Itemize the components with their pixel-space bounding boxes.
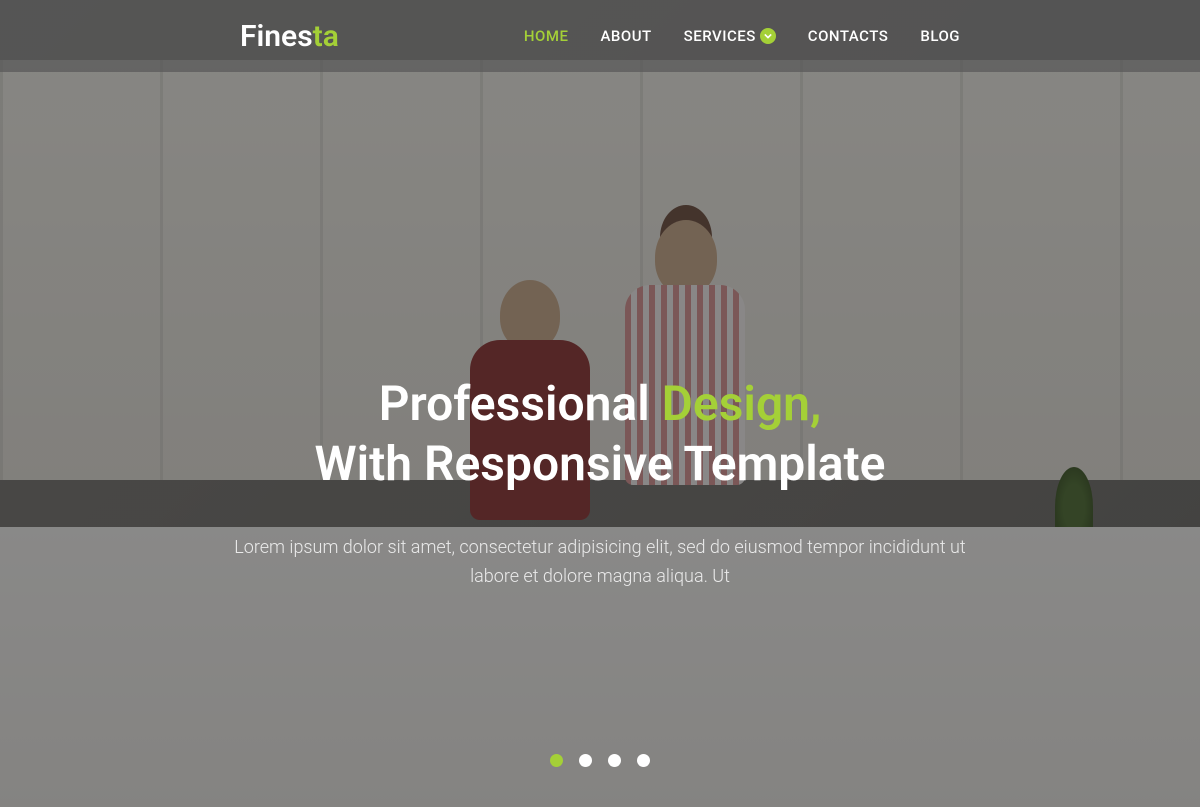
nav-about[interactable]: ABOUT [600,27,651,45]
hero-headline: Professional Design, With Responsive Tem… [315,374,886,494]
nav-home-label: HOME [524,27,569,45]
headline-part1: Professional [379,375,662,432]
nav-services-label: SERVICES [684,27,756,45]
slider-dot-1[interactable] [550,754,563,767]
headline-accent: Design, [662,375,822,432]
brand-part1: Fines [240,19,313,54]
top-nav: Finesta HOME ABOUT SERVICES CONTACTS BLO… [0,0,1200,72]
nav-contacts[interactable]: CONTACTS [808,27,889,45]
headline-part2: With Responsive Template [315,435,886,492]
brand-logo[interactable]: Finesta [240,19,339,54]
slider-dot-2[interactable] [579,754,592,767]
nav-links: HOME ABOUT SERVICES CONTACTS BLOG [524,27,960,45]
slider-dots [0,754,1200,807]
hero-content: Professional Design, With Responsive Tem… [0,72,1200,754]
chevron-down-icon [760,28,776,44]
nav-contacts-label: CONTACTS [808,27,889,45]
brand-part2: ta [313,19,339,54]
hero-subtext: Lorem ipsum dolor sit amet, consectetur … [220,534,980,592]
nav-blog-label: BLOG [920,27,960,45]
hero-section: Finesta HOME ABOUT SERVICES CONTACTS BLO… [0,0,1200,807]
nav-home[interactable]: HOME [524,27,569,45]
slider-dot-4[interactable] [637,754,650,767]
nav-about-label: ABOUT [600,27,651,45]
slider-dot-3[interactable] [608,754,621,767]
nav-blog[interactable]: BLOG [920,27,960,45]
nav-services[interactable]: SERVICES [684,27,776,45]
